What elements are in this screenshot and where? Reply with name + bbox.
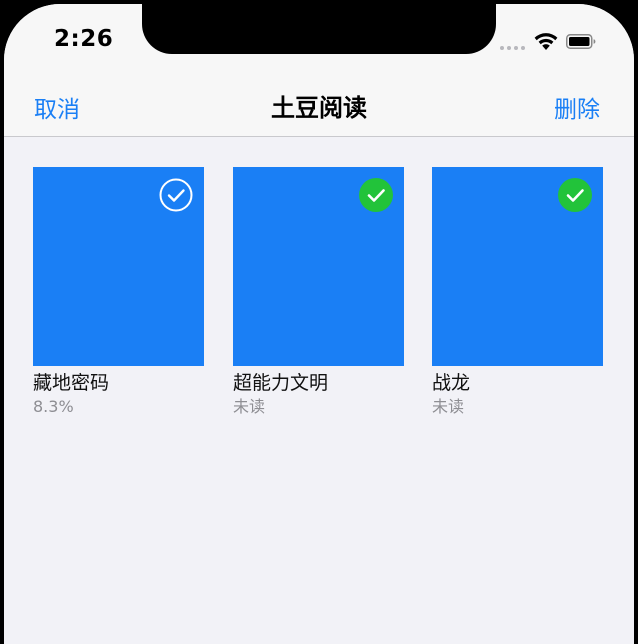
- selected-check-circle-icon[interactable]: [558, 178, 592, 212]
- status-time: 2:26: [54, 26, 114, 52]
- book-cover[interactable]: [432, 167, 603, 366]
- wifi-icon: [534, 33, 558, 50]
- delete-button[interactable]: 删除: [554, 90, 600, 124]
- battery-icon: [566, 34, 596, 49]
- book-item[interactable]: 战龙 未读: [432, 167, 603, 418]
- book-item[interactable]: 藏地密码 8.3%: [33, 167, 204, 418]
- phone-screen: 2:26 取消 土豆阅读 删除 藏地密码 8.3% 超能力文明 未读 战龙 未读: [4, 4, 634, 644]
- cellular-signal-icon: [500, 46, 525, 50]
- status-bar: 2:26: [4, 4, 634, 54]
- book-progress: 未读: [432, 397, 465, 416]
- book-title: 战龙: [432, 372, 471, 394]
- book-title: 藏地密码: [33, 372, 110, 394]
- book-cover[interactable]: [33, 167, 204, 366]
- navigation-bar: 取消 土豆阅读 删除: [4, 54, 634, 137]
- unselected-check-circle-icon[interactable]: [159, 178, 193, 212]
- book-progress: 8.3%: [33, 397, 74, 416]
- page-title: 土豆阅读: [271, 94, 367, 122]
- selected-check-circle-icon[interactable]: [359, 178, 393, 212]
- book-cover[interactable]: [233, 167, 404, 366]
- book-progress: 未读: [233, 397, 266, 416]
- book-title: 超能力文明: [233, 372, 329, 394]
- notch: [142, 4, 496, 54]
- book-item[interactable]: 超能力文明 未读: [233, 167, 404, 418]
